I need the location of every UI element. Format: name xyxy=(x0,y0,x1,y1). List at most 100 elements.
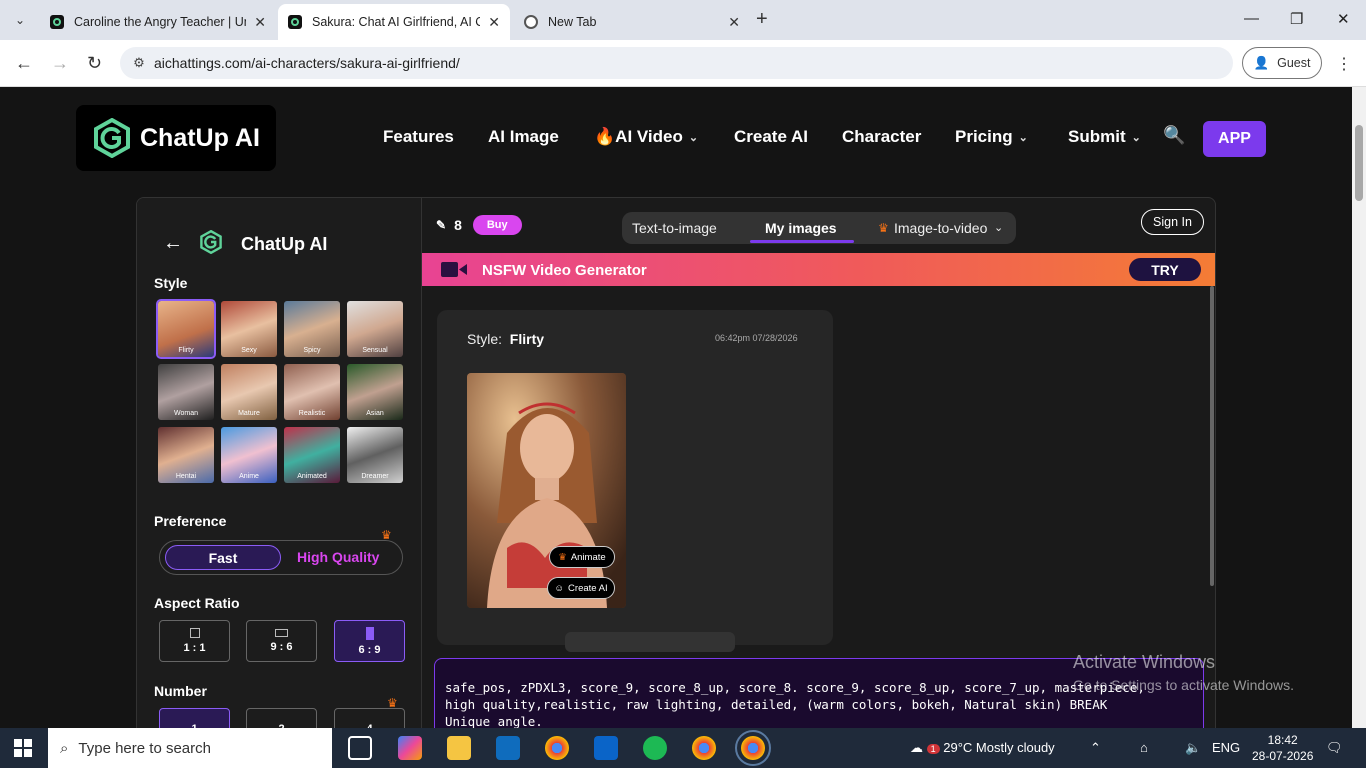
browser-tab-1[interactable]: Caroline the Angry Teacher | Un ✕ xyxy=(40,4,276,40)
sign-in-button[interactable]: Sign In xyxy=(1141,209,1204,235)
promo-banner[interactable]: NSFW Video Generator TRY xyxy=(422,253,1215,286)
weather-text: 29°C Mostly cloudy xyxy=(943,740,1055,755)
style-label: Realistic xyxy=(298,410,326,417)
close-tab-icon[interactable]: ✕ xyxy=(728,14,740,31)
chrome-profile-icon[interactable] xyxy=(692,736,716,760)
address-bar[interactable]: ⚙ aichattings.com/ai-characters/sakura-a… xyxy=(120,47,1233,79)
nav-character[interactable]: Character xyxy=(842,127,921,147)
style-option-realistic[interactable]: Realistic xyxy=(284,364,340,420)
page-scrollbar[interactable] xyxy=(1352,87,1366,728)
file-explorer-icon[interactable] xyxy=(447,736,471,760)
language-indicator[interactable]: ENG xyxy=(1212,740,1240,755)
results-scrollbar[interactable] xyxy=(1210,286,1214,586)
image-actions-bar[interactable] xyxy=(565,632,735,652)
style-option-flirty[interactable]: Flirty xyxy=(156,299,216,359)
close-tab-icon[interactable]: ✕ xyxy=(254,14,266,31)
back-icon[interactable]: ← xyxy=(15,53,33,74)
store-icon[interactable] xyxy=(496,736,520,760)
try-button[interactable]: TRY xyxy=(1129,258,1201,281)
buy-button[interactable]: Buy xyxy=(472,215,522,235)
nav-create-ai[interactable]: Create AI xyxy=(734,127,808,147)
outlook-icon[interactable] xyxy=(594,736,618,760)
landscape-shape-icon xyxy=(275,629,288,637)
tab-image-to-video[interactable]: Image-to-video xyxy=(894,220,987,236)
number-option-4[interactable]: 4 xyxy=(334,708,405,728)
search-icon[interactable]: 🔍 xyxy=(1163,125,1185,146)
chevron-up-icon[interactable]: ⌃ xyxy=(1090,740,1101,756)
minimize-button[interactable]: — xyxy=(1244,10,1259,27)
chrome-active-icon[interactable] xyxy=(735,730,771,766)
site-logo[interactable]: ChatUp AI xyxy=(76,105,276,171)
aspect-option-1-1[interactable]: 1 : 1 xyxy=(159,620,230,662)
crown-icon: ♛ xyxy=(558,551,567,563)
close-tab-icon[interactable]: ✕ xyxy=(488,14,500,31)
style-option-hentai[interactable]: Hentai xyxy=(158,427,214,483)
tab-search-icon[interactable]: ⌄ xyxy=(8,8,32,32)
url-text[interactable]: aichattings.com/ai-characters/sakura-ai-… xyxy=(154,55,460,71)
restore-button[interactable]: ❐ xyxy=(1290,10,1303,28)
tab-text-to-image[interactable]: Text-to-image xyxy=(632,220,717,236)
chrome-icon[interactable] xyxy=(545,736,569,760)
reload-icon[interactable]: ↻ xyxy=(87,53,102,74)
style-option-spicy[interactable]: Spicy xyxy=(284,301,340,357)
nav-submit[interactable]: Submit ⌄ xyxy=(1068,127,1141,147)
preference-fast[interactable]: Fast xyxy=(165,545,281,570)
forward-icon[interactable]: → xyxy=(51,53,69,74)
create-ai-label: Create AI xyxy=(568,582,608,594)
style-option-mature[interactable]: Mature xyxy=(221,364,277,420)
style-label: Mature xyxy=(238,410,260,417)
style-option-asian[interactable]: Asian xyxy=(347,364,403,420)
weather-widget[interactable]: ☁ 1 29°C Mostly cloudy xyxy=(910,740,1055,756)
style-label: Sexy xyxy=(241,347,257,354)
chevron-down-icon[interactable]: ⌄ xyxy=(994,221,1003,234)
chevron-down-icon: ⌄ xyxy=(1131,131,1141,144)
nav-ai-video[interactable]: 🔥AI Video ⌄ xyxy=(594,127,698,147)
taskbar-search[interactable]: ⌕ Type here to search xyxy=(48,728,332,768)
style-option-anime[interactable]: Anime xyxy=(221,427,277,483)
notification-icon[interactable]: 🗨 xyxy=(1326,740,1343,756)
taskbar-clock[interactable]: 18:42 28-07-2026 xyxy=(1252,732,1313,764)
number-option-1[interactable]: 1 xyxy=(159,708,230,728)
task-view-icon[interactable] xyxy=(348,736,372,760)
nav-ai-image[interactable]: AI Image xyxy=(488,127,559,147)
style-option-sensual[interactable]: Sensual xyxy=(347,301,403,357)
profile-button[interactable]: 👤 Guest xyxy=(1242,47,1322,79)
windows-start-icon[interactable] xyxy=(14,739,32,757)
app-button[interactable]: APP xyxy=(1203,121,1266,157)
aspect-option-9-6[interactable]: 9 : 6 xyxy=(246,620,317,662)
style-option-sexy[interactable]: Sexy xyxy=(221,301,277,357)
preference-high-quality[interactable]: High Quality xyxy=(297,549,379,565)
back-arrow-icon[interactable]: ← xyxy=(163,232,183,255)
browser-tab-2[interactable]: Sakura: Chat AI Girlfriend, AI Ch ✕ xyxy=(278,4,510,40)
site-info-icon[interactable]: ⚙ xyxy=(124,55,154,71)
close-window-button[interactable]: ✕ xyxy=(1337,10,1350,28)
spotify-icon[interactable] xyxy=(643,736,667,760)
animate-button[interactable]: ♛ Animate xyxy=(549,546,615,568)
style-option-animated[interactable]: Animated xyxy=(284,427,340,483)
results-area: ✎ 8 Buy Text-to-image My images ♛ Image-… xyxy=(422,198,1215,728)
generated-image[interactable]: ♛ Animate ☺ Create AI xyxy=(467,373,626,608)
weather-badge: 1 xyxy=(926,744,940,754)
menu-kebab-icon[interactable]: ⋮ xyxy=(1336,54,1352,74)
nav-features[interactable]: Features xyxy=(383,127,454,147)
style-label: Anime xyxy=(239,473,259,480)
style-heading: Style xyxy=(154,275,188,291)
browser-tab-3[interactable]: New Tab ✕ xyxy=(514,4,750,40)
number-option-2[interactable]: 2 xyxy=(246,708,317,728)
scrollbar-thumb[interactable] xyxy=(1355,125,1363,201)
result-timestamp: 06:42pm 07/28/2026 xyxy=(715,333,798,343)
style-option-dreamer[interactable]: Dreamer xyxy=(347,427,403,483)
aspect-option-6-9[interactable]: 6 : 9 xyxy=(334,620,405,662)
new-tab-button[interactable]: + xyxy=(756,8,768,31)
banner-title: NSFW Video Generator xyxy=(482,262,647,279)
pen-icon: ✎ xyxy=(436,218,447,232)
volume-icon[interactable]: 🔈 xyxy=(1185,740,1201,756)
preference-heading: Preference xyxy=(154,513,227,529)
create-ai-button[interactable]: ☺ Create AI xyxy=(547,577,615,599)
network-icon[interactable]: ⌂ xyxy=(1140,740,1148,755)
tab-my-images[interactable]: My images xyxy=(765,220,837,236)
copilot-icon[interactable] xyxy=(398,736,422,760)
nav-pricing[interactable]: Pricing ⌄ xyxy=(955,127,1028,147)
style-label: Spicy xyxy=(303,347,321,354)
style-option-woman[interactable]: Woman xyxy=(158,364,214,420)
